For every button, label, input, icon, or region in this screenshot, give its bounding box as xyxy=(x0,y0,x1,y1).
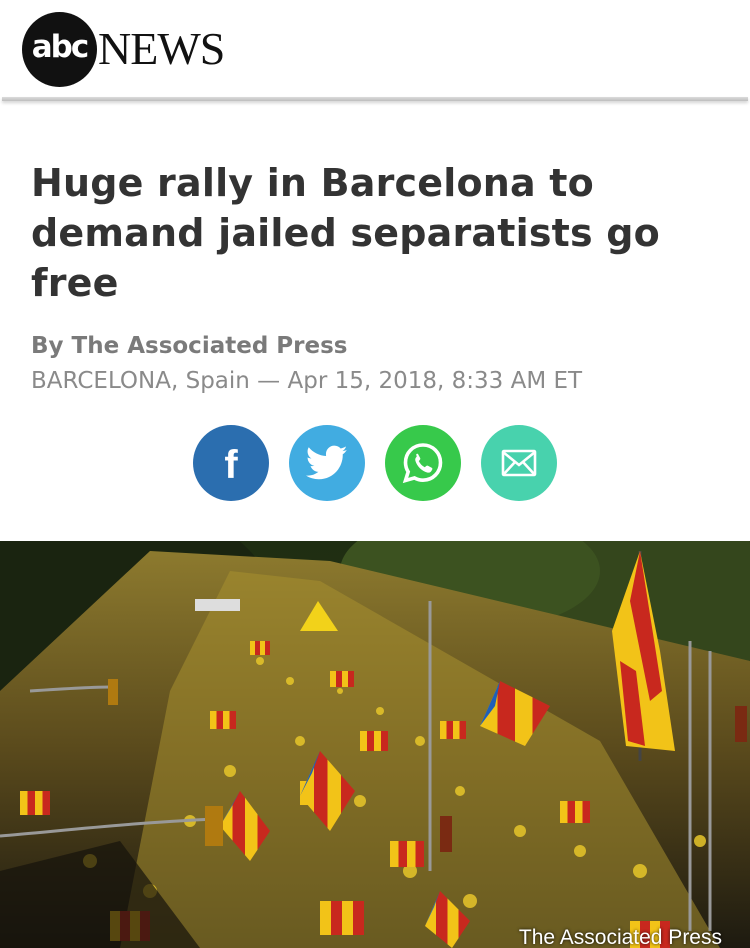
twitter-icon xyxy=(306,445,348,480)
facebook-icon: f xyxy=(224,442,238,487)
article-dateline: BARCELONA, Spain — Apr 15, 2018, 8:33 AM… xyxy=(31,368,583,394)
photo-credit: The Associated Press xyxy=(518,926,722,948)
article-headline: Huge rally in Barcelona to demand jailed… xyxy=(31,161,660,305)
site-header: abc NEWS xyxy=(0,0,750,100)
article-byline: By The Associated Press xyxy=(31,333,348,359)
share-twitter-button[interactable] xyxy=(289,425,365,501)
whatsapp-icon xyxy=(402,443,443,484)
news-logo-text: NEWS xyxy=(98,23,225,74)
abc-news-logo[interactable]: abc NEWS xyxy=(22,11,225,87)
share-facebook-button[interactable]: f xyxy=(193,425,269,501)
email-icon xyxy=(501,449,537,477)
share-whatsapp-button[interactable] xyxy=(385,425,461,501)
share-email-button[interactable] xyxy=(481,425,557,501)
header-divider xyxy=(2,97,748,101)
article-photo: The Associated Press xyxy=(0,541,750,948)
crowd-photo xyxy=(0,541,750,948)
abc-logo-text: abc xyxy=(31,29,89,65)
abc-logo-disc: abc xyxy=(22,11,97,87)
